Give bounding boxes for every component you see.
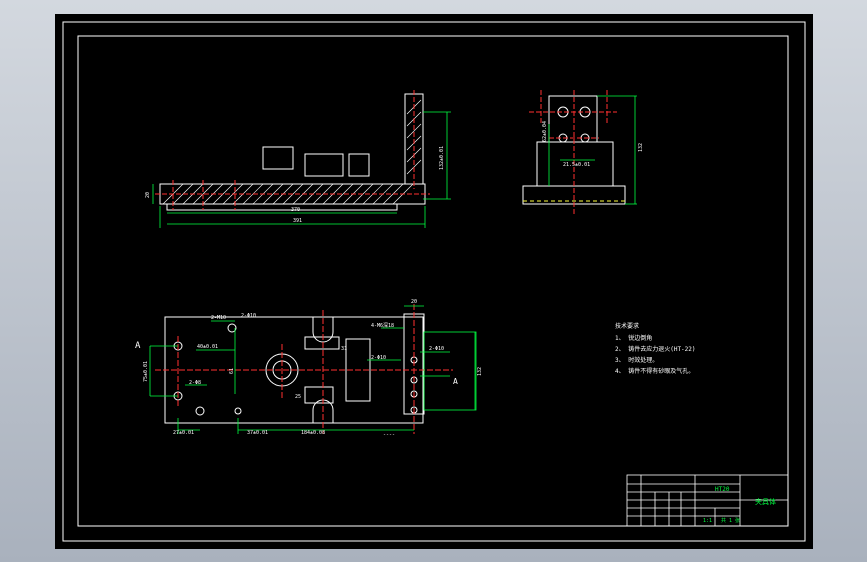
cad-viewport[interactable]: 370 391 132±0.01 20 62±0.04 21.5±0.01 13…: [55, 14, 813, 549]
front-view: 370 391 132±0.01 20: [145, 90, 451, 228]
notes-title: 技术要求: [615, 322, 639, 330]
side-dim-right: 132: [638, 143, 644, 152]
label-184: 184±0.08: [301, 430, 325, 436]
title-scale: 1:1: [703, 518, 712, 524]
front-dim-inner: 370: [291, 207, 300, 213]
outer-border: [62, 21, 806, 542]
side-dim-center: 62±0.04: [542, 121, 548, 142]
label-bottom-far: ----: [383, 432, 395, 438]
label-2-m10: 2-M10: [211, 315, 226, 321]
view-label-a: A: [135, 341, 141, 351]
label-top-right: 20: [411, 299, 417, 305]
label-2-phi8: 2-Φ8: [189, 380, 201, 386]
title-part-name: 夹具体: [755, 497, 776, 506]
label-4-m6: 4-M6深18: [371, 322, 394, 329]
front-dim-left: 20: [145, 192, 151, 198]
title-block: HT20 夹具体 1:1 共 1 张: [626, 474, 789, 527]
label-61: 61: [229, 368, 235, 374]
label-75: 75±0.01: [143, 361, 149, 382]
note-1: 1、 锐边倒角: [615, 334, 652, 342]
label-2-phi10-b: 2-Φ10: [371, 355, 386, 361]
technical-notes: 技术要求 1、 锐边倒角 2、 铸件去应力退火(HT-22) 3、 时效处理。 …: [615, 322, 696, 375]
label-2-phi10-a: 2-Φ10: [241, 313, 256, 319]
drawing-sheet: 370 391 132±0.01 20 62±0.04 21.5±0.01 13…: [62, 21, 806, 542]
label-37: 37±0.01: [247, 430, 268, 436]
label-right-a: A: [453, 377, 458, 386]
front-dim-height: 132±0.01: [439, 146, 445, 170]
side-view: 62±0.04 21.5±0.01 132: [522, 90, 644, 214]
inner-border: [77, 35, 789, 527]
label-right-dim: 132: [477, 367, 483, 376]
note-2: 2、 铸件去应力退火(HT-22): [615, 345, 696, 353]
title-sheet: 共 1 张: [721, 517, 740, 524]
note-3: 3、 时效处理。: [615, 356, 658, 364]
title-material: HT20: [715, 486, 730, 493]
front-dim-outer: 391: [293, 218, 302, 224]
label-25: 25: [295, 394, 301, 400]
note-4: 4、 铸件不得有砂眼及气孔。: [615, 367, 694, 375]
label-40: 40±0.01: [197, 344, 218, 350]
label-2-phi10-c: 2-Φ10: [429, 346, 444, 352]
top-view: A 2-M10 2-Φ10 2-Φ8 4-M6深18 2-Φ10 2-Φ10 4…: [135, 299, 483, 438]
label-27: 27±0.01: [173, 430, 194, 436]
label-31: 31: [341, 346, 347, 352]
side-dim-bottom: 21.5±0.01: [563, 162, 590, 168]
